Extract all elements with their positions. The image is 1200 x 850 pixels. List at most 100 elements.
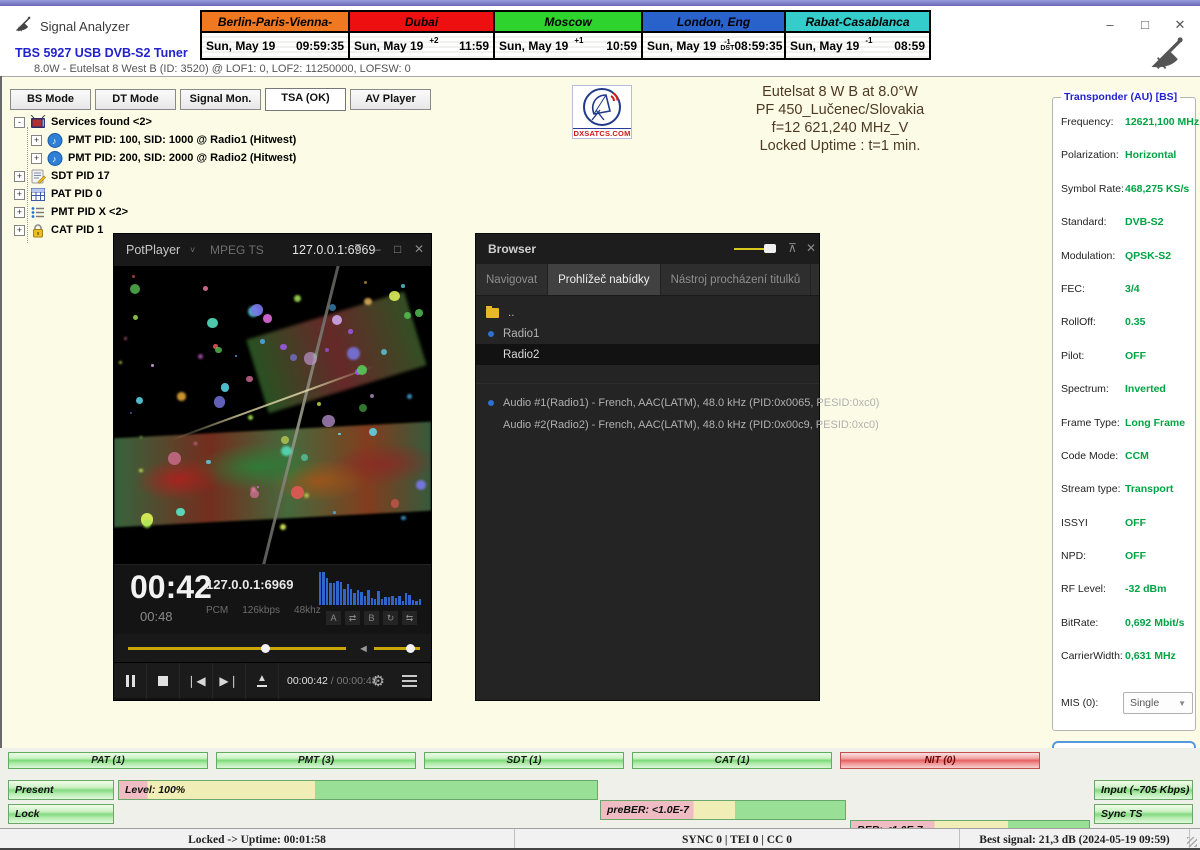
volume-knob[interactable] <box>406 644 415 653</box>
transponder-row-label: ISSYI <box>1061 517 1125 529</box>
spectrum-bar <box>343 589 345 605</box>
tab-bs-mode[interactable]: BS Mode <box>10 89 91 110</box>
browser-titlebar[interactable]: Browser ⊼ ✕ <box>476 234 819 264</box>
clock-city-label: Rabat-Casablanca <box>786 12 929 33</box>
transponder-row-value: OFF <box>1125 550 1146 562</box>
spectrum-bar <box>419 599 421 605</box>
list-item-radio2[interactable]: Radio2 <box>476 344 819 365</box>
expand-toggle[interactable]: + <box>31 153 42 164</box>
tab-signal-mon[interactable]: Signal Mon. <box>180 89 261 110</box>
window-left-edge <box>0 76 2 776</box>
volume-icon[interactable]: ◄ <box>358 643 369 655</box>
resize-grip[interactable] <box>1190 829 1200 850</box>
statusbar-best-signal: Best signal: 21,3 dB (2024-05-19 09:59) <box>960 829 1190 850</box>
minimize-button[interactable]: – <box>1095 16 1125 34</box>
audio-track-1[interactable]: Audio #1(Radio1) - French, AAC(LATM), 48… <box>476 392 819 414</box>
visualization-dot <box>407 394 412 399</box>
video-visualization[interactable] <box>114 266 431 564</box>
clock-dubai: Dubai Sun, May 19 +2 11:59 <box>350 12 495 58</box>
visualization-dot <box>357 365 367 375</box>
menu-icon[interactable] <box>402 672 417 690</box>
eject-button[interactable]: ▲ <box>246 663 279 699</box>
seek-knob[interactable] <box>261 644 270 653</box>
loop-b-button[interactable]: B <box>364 611 379 625</box>
list-item-radio1[interactable]: Radio1 <box>476 323 819 344</box>
close-icon[interactable]: ✕ <box>806 241 816 255</box>
next-button[interactable]: ▶❘ <box>213 663 246 699</box>
gear-icon[interactable]: ⚙ <box>372 672 385 690</box>
transponder-row-label: Frame Type: <box>1061 417 1125 429</box>
repeat-button[interactable]: ↻ <box>383 611 398 625</box>
clock-city-label: Dubai <box>350 12 493 33</box>
visualization-dot <box>136 397 143 404</box>
loop-buttons: A ⇄ B ↻ ⇆ <box>326 611 417 625</box>
collapse-toggle[interactable]: - <box>14 117 25 128</box>
tab-subtitle-browser[interactable]: Nástroj procházení titulků <box>661 264 812 295</box>
control-time: 00:00:42 / 00:00:48 <box>287 675 378 687</box>
potplayer-titlebar[interactable]: PotPlayer ˅ MPEG TS 127.0.0.1:6969 ⊼ – □… <box>114 234 431 266</box>
tree-item-pat[interactable]: + PAT PID 0 <box>6 185 426 203</box>
visualization-dot <box>364 281 367 284</box>
swap-button[interactable]: ⇄ <box>345 611 360 625</box>
tree-item-sdt[interactable]: + SDT PID 17 <box>6 167 426 185</box>
close-button[interactable]: ✕ <box>1165 16 1195 34</box>
tree-item-pmt-x[interactable]: + PMT PID X <2> <box>6 203 426 221</box>
maximize-icon[interactable]: □ <box>394 242 401 256</box>
visualization-dot <box>143 519 151 527</box>
pin-icon[interactable]: ⊼ <box>354 242 363 256</box>
tab-menu-browser[interactable]: Prohlížeč nabídky <box>548 264 660 295</box>
tab-dt-mode[interactable]: DT Mode <box>95 89 176 110</box>
close-icon[interactable]: ✕ <box>414 242 424 256</box>
expand-toggle[interactable]: + <box>31 135 42 146</box>
stop-button[interactable] <box>147 663 180 699</box>
bottom-panel: PAT (1) PMT (3) SDT (1) CAT (1) NIT (0) … <box>0 748 1200 828</box>
spectrum-bar <box>360 592 362 605</box>
tab-tsa[interactable]: TSA (OK) <box>265 88 346 111</box>
transponder-row: Spectrum:Inverted <box>1061 379 1191 399</box>
loop-a-button[interactable]: A <box>326 611 341 625</box>
tree-item-pmt-radio2[interactable]: + ♪ PMT PID: 200, SID: 2000 @ Radio2 (Hi… <box>6 149 426 167</box>
spectrum-bar <box>353 593 355 605</box>
tab-av-player[interactable]: AV Player <box>350 89 431 110</box>
seek-bar[interactable] <box>128 647 346 650</box>
spectrum-bar <box>402 601 404 605</box>
expand-toggle[interactable]: + <box>14 171 25 182</box>
visualization-dot <box>251 304 263 316</box>
mis-dropdown[interactable]: Single▼ <box>1123 692 1193 714</box>
audio-track-list: Audio #1(Radio1) - French, AAC(LATM), 48… <box>476 383 819 436</box>
spectrum-bar <box>371 598 373 605</box>
audio-track-2[interactable]: Audio #2(Radio2) - French, AAC(LATM), 48… <box>476 414 819 436</box>
shuffle-button[interactable]: ⇆ <box>402 611 417 625</box>
maximize-button[interactable]: □ <box>1130 16 1160 34</box>
browser-file-list: .. Radio1 Radio2 Audio #1(Radio1) - Fren… <box>476 296 819 436</box>
expand-toggle[interactable]: + <box>14 207 25 218</box>
tab-online[interactable]: Online St <box>811 264 819 295</box>
minimize-icon[interactable]: – <box>374 242 381 256</box>
pin-icon[interactable]: ⊼ <box>788 241 797 255</box>
spectrum-bar <box>333 583 335 605</box>
clock-berlin: Berlin-Paris-Vienna-Roma Sun, May 19 09:… <box>202 12 350 58</box>
visualization-dot <box>281 446 291 456</box>
previous-button[interactable]: ❘◀ <box>180 663 213 699</box>
expand-toggle[interactable]: + <box>14 225 25 236</box>
tab-navigate[interactable]: Navigovat <box>476 264 548 295</box>
svg-text:♪: ♪ <box>52 154 57 164</box>
visualization-dot <box>322 415 334 427</box>
lock-indicator: Lock <box>8 804 114 824</box>
clock-moscow: Moscow Sun, May 19 +1 10:59 <box>495 12 643 58</box>
tree-item-services[interactable]: - Services found <2> <box>6 113 426 131</box>
opacity-slider-knob[interactable] <box>764 244 776 253</box>
visualization-dot <box>235 355 237 357</box>
tree-item-pmt-radio1[interactable]: + ♪ PMT PID: 100, SID: 1000 @ Radio1 (Hi… <box>6 131 426 149</box>
pause-button[interactable] <box>114 663 147 699</box>
transponder-row: RF Level:-32 dBm <box>1061 579 1191 599</box>
bullet-spacer <box>488 352 494 358</box>
list-item-up[interactable]: .. <box>476 302 819 323</box>
transponder-row: BitRate:0,692 Mbit/s <box>1061 613 1191 633</box>
visualization-dot <box>280 344 287 351</box>
visualization-dot <box>359 404 367 412</box>
expand-toggle[interactable]: + <box>14 189 25 200</box>
visualization-dot <box>246 376 252 382</box>
visualization-dot <box>317 402 321 406</box>
chevron-down-icon[interactable]: ˅ <box>190 245 195 255</box>
